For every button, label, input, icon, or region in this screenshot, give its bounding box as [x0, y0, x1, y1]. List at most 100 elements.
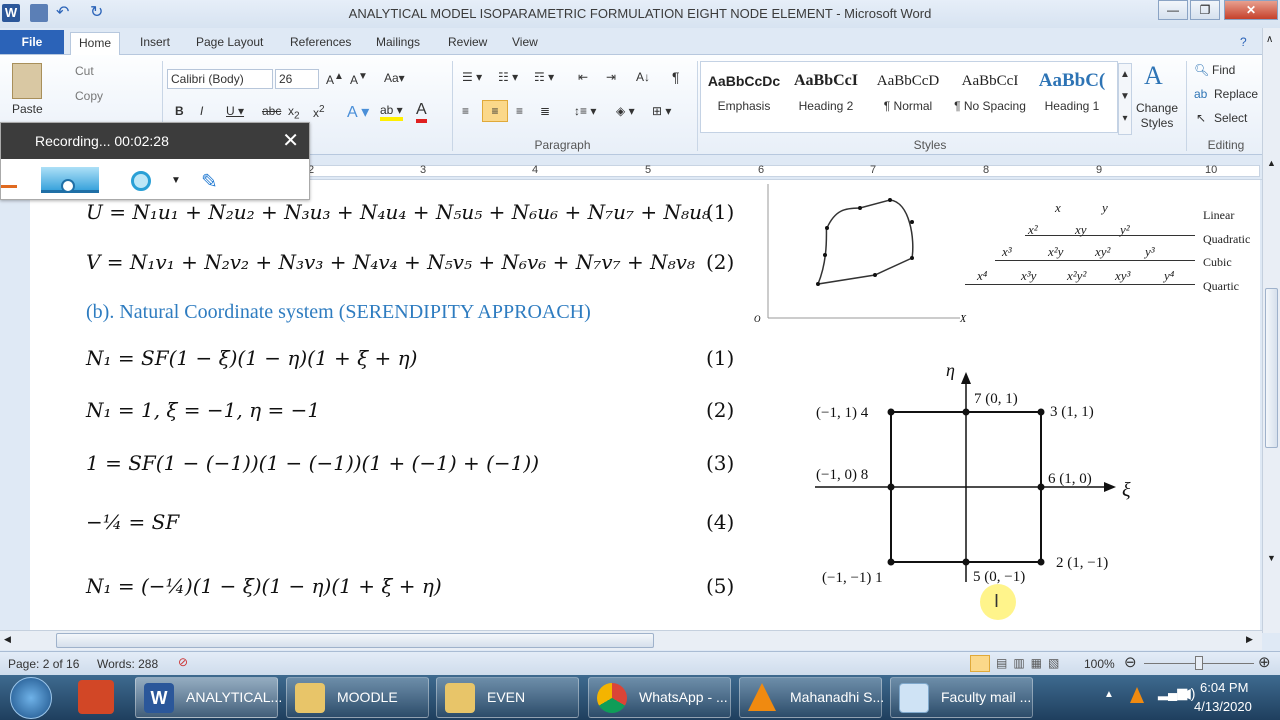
- change-case-button[interactable]: Aa▾: [384, 71, 405, 85]
- cut-button[interactable]: Cut: [75, 64, 94, 78]
- taskbar-item-faculty-mail[interactable]: Faculty mail ...: [890, 677, 1033, 718]
- scroll-left-arrow[interactable]: ◀: [4, 634, 11, 645]
- vlc-tray-icon[interactable]: [1130, 687, 1144, 703]
- pascal-label-quadratic: Quadratic: [1203, 232, 1251, 246]
- italic-button[interactable]: I: [200, 104, 203, 118]
- paste-button[interactable]: Paste: [12, 102, 43, 116]
- style-no-spacing[interactable]: AaBbCcI ¶ No Spacing: [948, 63, 1032, 127]
- tab-review[interactable]: Review: [440, 32, 495, 55]
- close-window-button[interactable]: ✕: [1224, 0, 1278, 20]
- bullets-button[interactable]: ☰ ▾: [462, 70, 482, 84]
- style-heading-2[interactable]: AaBbCcI Heading 2: [784, 63, 868, 127]
- close-recording-button[interactable]: ✕: [282, 123, 299, 159]
- underline-button[interactable]: U ▾: [226, 104, 244, 118]
- font-size-select[interactable]: 26: [275, 69, 319, 89]
- shading-button[interactable]: ◈ ▾: [616, 104, 635, 118]
- paste-icon[interactable]: [12, 63, 42, 99]
- scroll-down-arrow[interactable]: ▼: [1267, 553, 1276, 563]
- document-page[interactable]: U = N₁u₁ + N₂u₂ + N₃u₃ + N₄u₄ + N₅u₅ + N…: [30, 180, 1260, 630]
- style-heading-1[interactable]: AaBbC( Heading 1: [1030, 63, 1114, 127]
- zoom-level[interactable]: 100%: [1084, 657, 1115, 671]
- copy-button[interactable]: Copy: [75, 89, 103, 103]
- tab-references[interactable]: References: [282, 32, 359, 55]
- zoom-slider-thumb[interactable]: [1195, 656, 1203, 670]
- align-right-button[interactable]: ≡: [516, 104, 523, 118]
- select-icon[interactable]: ↖: [1196, 111, 1206, 125]
- proofing-icon[interactable]: ⊘: [178, 655, 188, 669]
- help-icon[interactable]: ?: [1232, 32, 1255, 55]
- replace-button[interactable]: Replace: [1214, 87, 1258, 101]
- text-effects-button[interactable]: A ▾: [347, 102, 369, 122]
- pen-icon[interactable]: ✎: [201, 169, 218, 194]
- style-emphasis[interactable]: AaBbCcDc Emphasis: [702, 63, 786, 127]
- style-preview: AaBbC(: [1038, 70, 1106, 91]
- line-spacing-button[interactable]: ↕≡ ▾: [574, 104, 596, 118]
- bold-button[interactable]: B: [175, 104, 184, 118]
- numbering-button[interactable]: ☷ ▾: [498, 70, 518, 84]
- horizontal-scrollbar[interactable]: ◀ ▶: [0, 630, 1262, 650]
- shrink-font-button[interactable]: A▼: [350, 71, 368, 87]
- replace-icon[interactable]: ab: [1194, 87, 1207, 101]
- superscript-button[interactable]: x2: [313, 104, 325, 120]
- align-left-button[interactable]: ≡: [462, 104, 469, 118]
- align-center-button[interactable]: ≡: [482, 100, 508, 122]
- increase-indent-button[interactable]: ⇥: [606, 70, 616, 84]
- clock-date[interactable]: 4/13/2020: [1194, 699, 1252, 714]
- font-color-button[interactable]: A: [416, 101, 427, 123]
- show-formatting-button[interactable]: ¶: [672, 69, 680, 85]
- scroll-up-arrow[interactable]: ▲: [1267, 158, 1276, 168]
- justify-button[interactable]: ≣: [540, 104, 550, 118]
- start-button[interactable]: [10, 677, 52, 719]
- tab-mailings[interactable]: Mailings: [368, 32, 428, 55]
- strikethrough-button[interactable]: abc: [262, 104, 281, 118]
- taskbar-item-word[interactable]: W ANALYTICAL...: [135, 677, 282, 718]
- separator: [452, 61, 453, 151]
- sort-button[interactable]: A↓: [636, 70, 650, 84]
- change-styles-icon[interactable]: A: [1144, 61, 1163, 91]
- page-count[interactable]: Page: 2 of 16: [8, 657, 79, 671]
- multilevel-list-button[interactable]: ☶ ▾: [534, 70, 554, 84]
- vertical-scrollbar[interactable]: ∧ ▲ ▼: [1262, 28, 1280, 633]
- scroll-right-arrow[interactable]: ▶: [1246, 634, 1253, 645]
- font-name-select[interactable]: Calibri (Body): [167, 69, 273, 89]
- style-normal[interactable]: AaBbCcD ¶ Normal: [866, 63, 950, 127]
- tab-home[interactable]: Home: [70, 32, 121, 55]
- grow-font-button[interactable]: A▲: [326, 71, 344, 87]
- styles-group-label: Styles: [913, 138, 947, 152]
- tab-page-layout[interactable]: Page Layout: [188, 32, 271, 55]
- vertical-scroll-thumb[interactable]: [1265, 288, 1278, 448]
- view-print-layout-button[interactable]: [970, 655, 990, 672]
- subscript-button[interactable]: x2: [288, 104, 300, 121]
- ribbon-tabs: File Home Insert Page Layout References …: [0, 28, 1280, 55]
- window-title: ANALYTICAL MODEL ISOPARAMETRIC FORMULATI…: [348, 6, 932, 21]
- clock-time[interactable]: 6:04 PM: [1200, 680, 1248, 695]
- decrease-indent-button[interactable]: ⇤: [578, 70, 588, 84]
- taskbar-item-even[interactable]: EVEN: [436, 677, 579, 718]
- borders-button[interactable]: ⊞ ▾: [652, 104, 671, 118]
- tab-file[interactable]: File: [0, 30, 64, 54]
- select-button[interactable]: Select: [1214, 111, 1247, 125]
- find-icon[interactable]: 🔍︎: [1194, 63, 1209, 77]
- styles-scroll-arrows[interactable]: ▲ ▼ ▾: [1118, 63, 1132, 135]
- change-styles-button[interactable]: Change Styles: [1134, 101, 1180, 131]
- restore-button[interactable]: ❐: [1190, 0, 1220, 20]
- zoom-out-button[interactable]: ⊖: [1124, 653, 1137, 671]
- webcam-zoom-icon[interactable]: [131, 171, 151, 191]
- view-buttons[interactable]: ▤▥▦▧: [996, 656, 1065, 670]
- tab-view[interactable]: View: [504, 32, 546, 55]
- find-button[interactable]: Find: [1212, 63, 1235, 77]
- zoom-in-button[interactable]: ⊕: [1258, 653, 1271, 671]
- taskbar-item-vlc[interactable]: Mahanadhi S...: [739, 677, 884, 718]
- horizontal-scroll-thumb[interactable]: [56, 633, 654, 648]
- tab-insert[interactable]: Insert: [132, 32, 178, 55]
- word-count[interactable]: Words: 288: [97, 657, 158, 671]
- ribbon-minimize-icon[interactable]: ∧: [1266, 34, 1273, 45]
- highlight-button[interactable]: ab ▾: [380, 103, 403, 121]
- minimize-button[interactable]: —: [1158, 0, 1188, 20]
- pascal-term: y: [1102, 200, 1108, 215]
- chevron-down-icon[interactable]: ▼: [171, 175, 181, 186]
- taskbar-item-moodle[interactable]: MOODLE: [286, 677, 429, 718]
- powerpoint-icon[interactable]: [78, 680, 114, 714]
- taskbar-item-whatsapp[interactable]: WhatsApp - ...: [588, 677, 731, 718]
- tray-arrow-icon[interactable]: ▲: [1104, 689, 1114, 700]
